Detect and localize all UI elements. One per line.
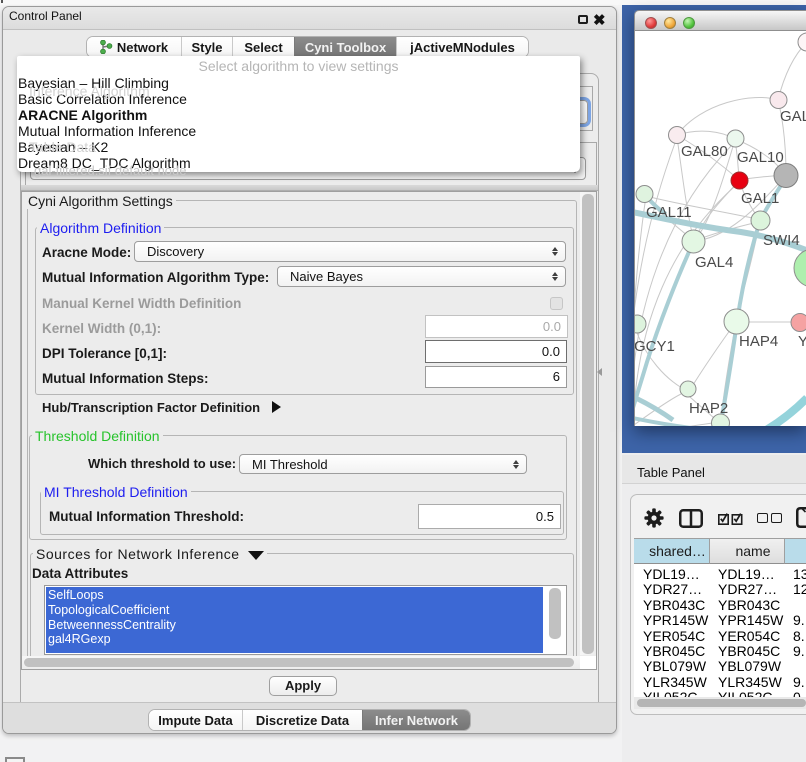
svg-text:GCY1: GCY1: [635, 338, 675, 355]
svg-text:GAL1: GAL1: [741, 190, 779, 207]
svg-text:SWI4: SWI4: [763, 232, 800, 249]
svg-text:GAL11: GAL11: [646, 204, 692, 221]
svg-text:GAL7: GAL7: [780, 108, 806, 125]
svg-text:GAL80: GAL80: [681, 143, 728, 160]
svg-text:HAP4: HAP4: [739, 333, 778, 350]
svg-text:HAP2: HAP2: [689, 400, 728, 417]
svg-text:GAL4: GAL4: [695, 254, 733, 271]
svg-text:GAL10: GAL10: [737, 149, 784, 166]
svg-text:YM: YM: [798, 333, 806, 350]
